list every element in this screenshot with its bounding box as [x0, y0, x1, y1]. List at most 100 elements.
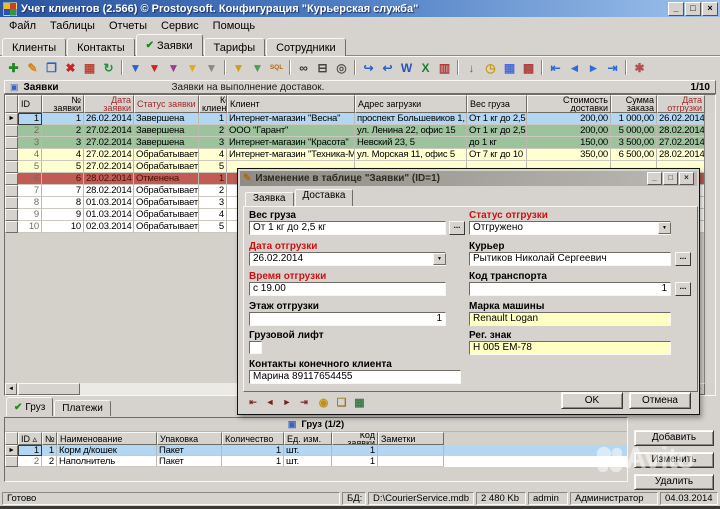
insert-from-icon[interactable]: ↓: [462, 59, 481, 76]
record-prev-icon[interactable]: ◄: [263, 396, 277, 408]
table-row[interactable]: ► 1 1 26.02.2014 Завершена 1 Интернет-ма…: [5, 113, 715, 125]
filter-selected-icon[interactable]: ▼: [229, 59, 248, 76]
weight-field[interactable]: От 1 кг до 2,5 кг: [249, 221, 446, 235]
export-icon[interactable]: ↪: [359, 59, 378, 76]
export-word-icon[interactable]: W: [397, 59, 416, 76]
chart-icon[interactable]: ▥: [435, 59, 454, 76]
column-header[interactable]: №: [42, 432, 57, 445]
main-tab[interactable]: Тарифы: [204, 38, 266, 56]
dialog-titlebar[interactable]: ✎ Изменение в таблице "Заявки" (ID=1) _ …: [240, 171, 697, 186]
floor-field[interactable]: 1: [249, 312, 446, 326]
column-header[interactable]: Код заявки: [332, 432, 378, 445]
table-row[interactable]: 3 3 27.02.2014 Завершена 3 Интернет-мага…: [5, 137, 715, 149]
find-icon[interactable]: ∞: [294, 59, 313, 76]
ok-button[interactable]: OK: [561, 392, 623, 409]
filter-icon[interactable]: ▼: [126, 59, 145, 76]
record-first-icon[interactable]: ⇤: [246, 396, 260, 408]
column-header[interactable]: [5, 432, 18, 445]
column-header[interactable]: [5, 95, 18, 113]
dialog-minimize-button[interactable]: _: [647, 172, 662, 185]
menu-item[interactable]: Отчеты: [102, 19, 154, 33]
design-table-icon[interactable]: ▦: [500, 59, 519, 76]
column-header[interactable]: Упаковка: [157, 432, 222, 445]
record-next-icon[interactable]: ►: [280, 396, 294, 408]
courier-field[interactable]: Рытиков Николай Сергеевич: [469, 252, 671, 266]
tab-delivery[interactable]: Доставка: [295, 189, 354, 206]
column-header[interactable]: Клиент: [227, 95, 355, 113]
window-titlebar[interactable]: Учет клиентов (2.566) © Prostoysoft. Кон…: [0, 0, 720, 17]
table-row[interactable]: 2 2 Наполнитель Пакет 1 шт. 1: [5, 456, 627, 467]
column-header[interactable]: Заметки: [378, 432, 444, 445]
menu-item[interactable]: Помощь: [206, 19, 263, 33]
nav-prev-icon[interactable]: ◄: [565, 59, 584, 76]
column-header[interactable]: Количество: [222, 432, 284, 445]
detail-tab[interactable]: Платежи: [54, 400, 111, 416]
column-header[interactable]: Дата отгрузки: [657, 95, 705, 113]
weight-lookup-button[interactable]: ...: [449, 221, 465, 235]
maximize-button[interactable]: □: [685, 2, 701, 16]
column-header[interactable]: Код клиента: [199, 95, 227, 113]
clear-table-icon[interactable]: ▦: [80, 59, 99, 76]
ship-status-dropdown-icon[interactable]: ▼: [658, 222, 671, 234]
report-icon[interactable]: ✱: [630, 59, 649, 76]
ship-time-field[interactable]: с 19.00: [249, 282, 446, 296]
main-tab[interactable]: Сотрудники: [266, 38, 346, 56]
table-row[interactable]: 2 2 27.02.2014 Завершена 2 ООО "Гарант" …: [5, 125, 715, 137]
globe-icon[interactable]: ◉: [316, 396, 331, 409]
filter-advanced-icon[interactable]: ▼: [248, 59, 267, 76]
client-contacts-field[interactable]: Марина 89117654455: [249, 370, 461, 384]
tab-order[interactable]: Заявка: [245, 192, 294, 206]
delete-button[interactable]: Удалить: [634, 474, 714, 490]
copy-record-icon[interactable]: ❐: [42, 59, 61, 76]
query-table-icon[interactable]: ▩: [519, 59, 538, 76]
history-icon[interactable]: ◷: [481, 59, 500, 76]
detail-tab[interactable]: ✔Груз: [6, 397, 53, 416]
column-header[interactable]: ID: [18, 95, 42, 113]
column-header[interactable]: Наименование: [57, 432, 157, 445]
car-brand-field[interactable]: Renault Logan: [469, 312, 671, 326]
import-icon[interactable]: ↩: [378, 59, 397, 76]
scroll-left-icon[interactable]: ◄: [5, 383, 17, 395]
column-header[interactable]: № заявки: [42, 95, 84, 113]
export-excel-icon[interactable]: X: [416, 59, 435, 76]
nav-first-icon[interactable]: ⇤: [546, 59, 565, 76]
column-header[interactable]: Ед. изм.: [284, 432, 332, 445]
table-row[interactable]: ► 1 1 Корм д/кошек Пакет 1 шт. 1: [5, 445, 627, 456]
add-record-icon[interactable]: ✚: [4, 59, 23, 76]
ship-status-field[interactable]: Отгружено: [469, 221, 671, 235]
transport-lookup-button[interactable]: ...: [675, 282, 691, 296]
filter-remove-icon[interactable]: ▼: [145, 59, 164, 76]
vertical-scrollbar[interactable]: [704, 113, 715, 383]
plate-field[interactable]: Н 005 ЕМ-78: [469, 341, 671, 355]
refresh-icon[interactable]: ↻: [99, 59, 118, 76]
print-icon[interactable]: ⊟: [313, 59, 332, 76]
menu-item[interactable]: Таблицы: [43, 19, 102, 33]
column-header[interactable]: Стоимость доставки: [527, 95, 611, 113]
ship-date-field[interactable]: 26.02.2014: [249, 252, 446, 266]
edit-record-icon[interactable]: ✎: [23, 59, 42, 76]
main-tab[interactable]: Клиенты: [2, 38, 66, 56]
filter-check-icon[interactable]: ▼: [164, 59, 183, 76]
delete-record-icon[interactable]: ✖: [61, 59, 80, 76]
notes-icon[interactable]: ▦: [352, 396, 367, 409]
column-header[interactable]: Адрес загрузки: [355, 95, 467, 113]
dialog-maximize-button[interactable]: □: [663, 172, 678, 185]
nav-last-icon[interactable]: ⇥: [603, 59, 622, 76]
minimize-button[interactable]: _: [668, 2, 684, 16]
preview-icon[interactable]: ◎: [332, 59, 351, 76]
column-header[interactable]: Дата заявки: [84, 95, 134, 113]
edit-button[interactable]: Изменить: [634, 452, 714, 468]
dialog-close-button[interactable]: ×: [679, 172, 694, 185]
filter-exclude-icon[interactable]: ▼: [202, 59, 221, 76]
main-tab[interactable]: ✔Заявки: [136, 34, 203, 56]
folder-icon[interactable]: ❏: [334, 396, 349, 409]
close-button[interactable]: ×: [702, 2, 718, 16]
column-header[interactable]: Вес груза: [467, 95, 527, 113]
cancel-button[interactable]: Отмена: [629, 392, 691, 409]
record-last-icon[interactable]: ⇥: [297, 396, 311, 408]
freight-elevator-checkbox[interactable]: [249, 341, 262, 354]
sql-icon[interactable]: SQL: [267, 59, 286, 76]
column-header[interactable]: Статус заявки: [134, 95, 199, 113]
table-row[interactable]: 4 4 27.02.2014 Обрабатывается 4 Интернет…: [5, 149, 715, 161]
menu-item[interactable]: Файл: [2, 19, 43, 33]
